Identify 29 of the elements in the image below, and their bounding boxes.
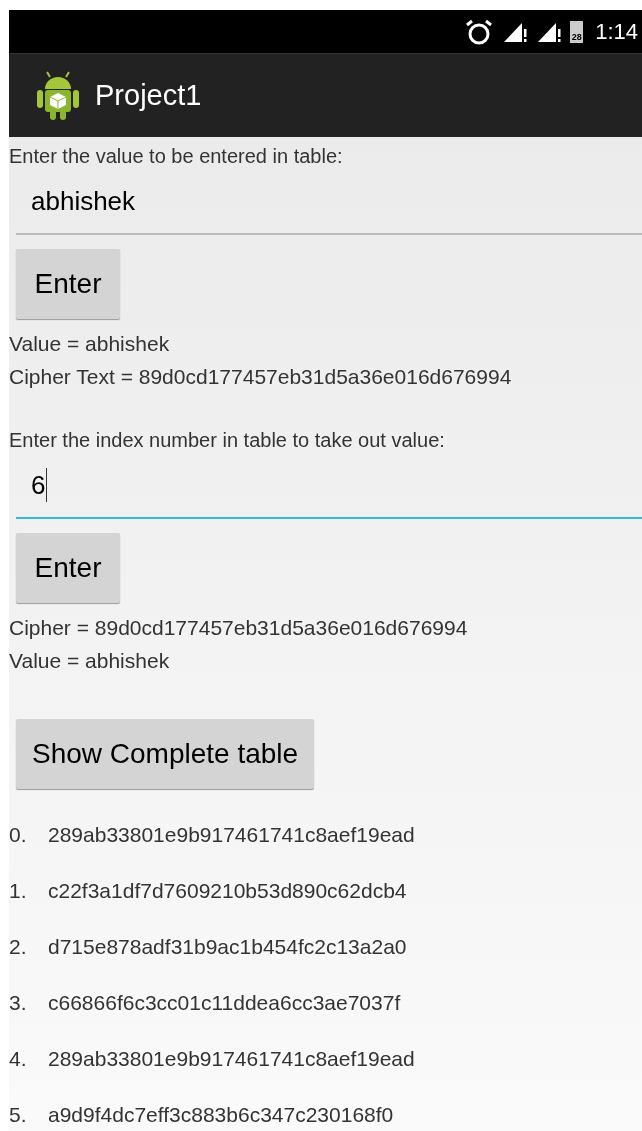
text-field[interactable]: abhishek xyxy=(16,169,642,235)
prompt-label: Enter the index number in table to take out value: xyxy=(9,428,446,453)
hash-value: 289ab33801e9b917461741c8aef19ead xyxy=(48,1046,415,1073)
row-index: 2. xyxy=(9,934,28,961)
result-text: Value = abhishek xyxy=(9,331,171,357)
prompt-label: Enter the value to be entered in table: xyxy=(9,144,344,169)
row-index: 4. xyxy=(9,1046,28,1073)
clock-time: 1:14 xyxy=(595,18,638,46)
android-robot-icon xyxy=(35,70,81,121)
row-index: 3. xyxy=(9,990,28,1017)
battery-icon: 28 xyxy=(570,20,584,43)
result-text: Cipher = 89d0cd177457eb31d5a36e016d676994 xyxy=(9,615,469,641)
row-index: 1. xyxy=(9,878,28,905)
hash-value: 289ab33801e9b917461741c8aef19ead xyxy=(48,822,415,849)
enter-button[interactable]: Enter xyxy=(16,249,120,319)
hash-value: c66866f6c3cc01c11ddea6cc3ae7037f xyxy=(48,990,401,1017)
enter-button[interactable]: Enter xyxy=(16,533,120,603)
text-field[interactable]: 6 xyxy=(16,453,642,519)
row-index: 0. xyxy=(9,822,28,849)
row-index: 5. xyxy=(9,1102,28,1129)
text-cursor xyxy=(46,468,48,502)
show-table-button[interactable]: Show Complete table xyxy=(16,719,315,789)
hash-value: c22f3a1df7d7609210b53d890c62dcb4 xyxy=(48,878,407,905)
alarm-icon xyxy=(464,18,495,45)
result-text: Value = abhishek xyxy=(9,648,171,674)
app-title: Project1 xyxy=(95,77,202,113)
hash-value: a9d9f4dc7eff3c883b6c347c230168f0 xyxy=(48,1102,394,1129)
result-text: Cipher Text = 89d0cd177457eb31d5a36e016d676994 xyxy=(9,364,513,390)
hash-value: d715e878adf31b9ac1b454fc2c13a2a0 xyxy=(48,934,407,961)
